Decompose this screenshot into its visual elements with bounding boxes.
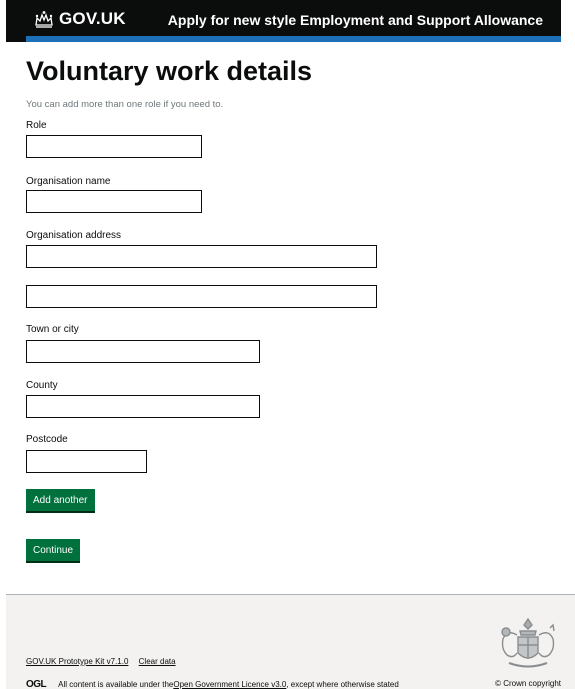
postcode-input[interactable]	[26, 450, 147, 473]
add-another-button[interactable]: Add another	[26, 489, 95, 511]
footer-links: GOV.UK Prototype Kit v7.1.0 Clear data	[26, 657, 184, 666]
town-label: Town or city	[26, 324, 79, 335]
licence-suffix: , except where otherwise stated	[286, 680, 399, 689]
town-input[interactable]	[26, 340, 260, 363]
organisation-name-input[interactable]	[26, 190, 202, 213]
prototype-kit-link[interactable]: GOV.UK Prototype Kit v7.1.0	[26, 657, 128, 666]
logo-text: GOV.UK	[59, 9, 126, 28]
continue-button[interactable]: Continue	[26, 539, 81, 561]
organisation-name-label: Organisation name	[26, 176, 111, 187]
ogl-logo: OGL	[26, 679, 47, 689]
page-title: Voluntary work details	[26, 56, 313, 86]
service-name[interactable]: Apply for new style Employment and Suppo…	[168, 12, 543, 28]
govuk-logo[interactable]: GOV.UK	[34, 10, 126, 28]
postcode-label: Postcode	[26, 434, 68, 445]
header-accent-bar	[26, 36, 561, 42]
clear-data-link[interactable]: Clear data	[139, 657, 176, 666]
form-hint: You can add more than one role if you ne…	[26, 99, 224, 110]
role-input[interactable]	[26, 135, 202, 158]
organisation-address-label: Organisation address	[26, 230, 122, 241]
address-line-1-input[interactable]	[26, 245, 377, 268]
crown-icon	[35, 11, 53, 28]
county-input[interactable]	[26, 395, 260, 418]
role-label: Role	[26, 120, 47, 131]
site-footer: GOV.UK Prototype Kit v7.1.0 Clear data O…	[6, 594, 575, 689]
licence-prefix: All content is available under the	[58, 680, 174, 689]
open-government-licence-link[interactable]: Open Government Licence v3.0	[173, 680, 286, 689]
licence-row: OGL All content is available under the O…	[26, 679, 399, 689]
royal-coat-of-arms-icon	[501, 617, 555, 668]
address-line-2-input[interactable]	[26, 285, 377, 308]
county-label: County	[26, 380, 58, 391]
crown-copyright[interactable]: © Crown copyright	[495, 679, 561, 688]
